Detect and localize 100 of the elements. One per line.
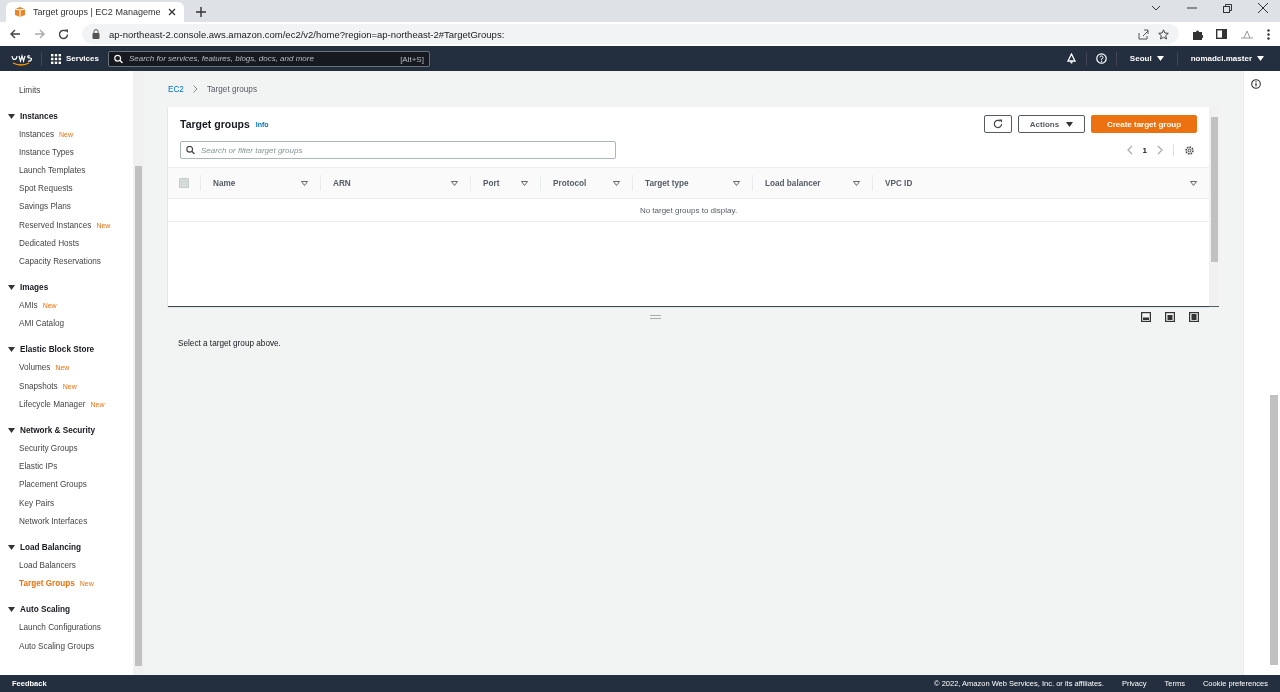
search-icon	[113, 54, 123, 63]
sidebar-item[interactable]: Spot Requests	[8, 184, 73, 194]
breadcrumb-current: Target groups	[206, 84, 257, 94]
column-header[interactable]: VPC ID	[885, 178, 913, 188]
empty-message: No target groups to display.	[639, 205, 738, 215]
column-header[interactable]: Protocol	[553, 178, 587, 188]
back-icon[interactable]	[10, 29, 21, 39]
share-icon[interactable]	[1138, 28, 1149, 40]
column-header[interactable]: Load balancer	[765, 178, 821, 188]
sidebar-section-toggle[interactable]: Auto Scaling	[8, 600, 133, 619]
puzzle-icon[interactable]	[1192, 28, 1203, 40]
caret-icon	[1156, 56, 1164, 61]
section-title: Load Balancing	[20, 542, 81, 552]
caret-icon	[8, 113, 15, 119]
page-number[interactable]: 1	[1142, 145, 1147, 155]
section-title: Images	[20, 283, 49, 292]
bell-icon[interactable]	[1065, 53, 1077, 64]
caret-icon	[8, 347, 15, 353]
box-icon	[14, 6, 26, 18]
column-header[interactable]: Target type	[645, 178, 689, 188]
search-icon	[186, 145, 195, 155]
actions-button[interactable]: Actions	[1018, 115, 1085, 133]
sidebar-section-toggle[interactable]: Instances	[8, 107, 133, 125]
sidebar-item[interactable]: AMIs	[8, 301, 38, 311]
tab-title: Target groups | EC2 Manageme	[33, 7, 161, 17]
sidebar-section-toggle[interactable]: Images	[8, 278, 133, 297]
sort-icon[interactable]	[613, 180, 620, 186]
refresh-icon	[993, 119, 1003, 129]
sidebar-item[interactable]: Volumes	[8, 363, 51, 373]
region-menu[interactable]: Seoul	[1125, 54, 1168, 63]
sidebar-item[interactable]: Capacity Reservations	[8, 256, 101, 266]
sidebar-item[interactable]: Lifecycle Manager	[8, 399, 86, 409]
help-icon[interactable]	[1095, 53, 1107, 64]
column-header[interactable]: Name	[213, 178, 236, 188]
caret-icon	[8, 607, 15, 613]
browser-tab[interactable]: Target groups | EC2 Manageme	[6, 2, 184, 22]
sidebar-item[interactable]: Security Groups	[8, 444, 78, 454]
details-message: Select a target group above.	[178, 339, 281, 348]
sidebar-item[interactable]: Load Balancers	[8, 560, 76, 570]
star-icon[interactable]	[1158, 28, 1169, 40]
sort-icon[interactable]	[733, 180, 740, 186]
services-menu[interactable]: Services	[51, 53, 99, 64]
layout-center-icon[interactable]	[1165, 312, 1175, 322]
close-icon[interactable]	[1258, 3, 1268, 13]
sidebar-item[interactable]: Key Pairs	[8, 498, 55, 508]
panel-title: Target groups	[180, 118, 250, 130]
caret-icon	[1257, 56, 1264, 61]
settings-icon[interactable]	[1184, 144, 1195, 156]
sidebar-item[interactable]: Placement Groups	[8, 480, 87, 490]
lock-icon	[92, 29, 100, 39]
chevron-right-icon	[192, 85, 198, 93]
sidebar-item[interactable]: Dedicated Hosts	[8, 238, 80, 248]
sidebar-item[interactable]: Savings Plans	[8, 202, 71, 212]
sort-icon[interactable]	[301, 180, 308, 186]
sidebar-icon[interactable]	[1216, 29, 1227, 39]
sort-icon[interactable]	[853, 180, 860, 186]
scrollbar[interactable]	[1268, 71, 1280, 675]
sort-icon[interactable]	[521, 180, 528, 186]
close-icon[interactable]	[168, 8, 176, 16]
account-menu[interactable]: nomadcl.master	[1186, 54, 1268, 63]
sidebar-item[interactable]: Auto Scaling Groups	[8, 641, 95, 651]
caret-icon	[1066, 121, 1074, 127]
column-header[interactable]: Port	[483, 178, 500, 188]
sort-icon[interactable]	[451, 180, 458, 186]
new-tab-icon[interactable]	[196, 7, 206, 17]
reload-icon[interactable]	[58, 28, 69, 40]
drag-handle-icon[interactable]	[650, 315, 661, 319]
sidebar-item[interactable]: Launch Templates	[8, 165, 86, 175]
chevron-down-icon[interactable]	[1151, 5, 1161, 11]
layout-full-icon[interactable]	[1189, 312, 1199, 322]
section-title: Instances	[20, 111, 58, 121]
sidebar-item[interactable]: Limits	[8, 81, 133, 99]
restore-icon[interactable]	[1223, 3, 1232, 13]
sidebar-item[interactable]: Instance Types	[8, 147, 74, 157]
section-title: Network & Security	[20, 425, 96, 435]
breadcrumb-link[interactable]: EC2	[168, 84, 184, 94]
sidebar-section-toggle[interactable]: Network & Security	[8, 421, 133, 440]
refresh-button[interactable]	[984, 115, 1012, 133]
sidebar-item[interactable]: AMI Catalog	[8, 319, 65, 329]
section-title: Elastic Block Store	[20, 345, 95, 355]
sidebar-item[interactable]: Snapshots	[8, 381, 58, 391]
info-icon[interactable]	[1251, 79, 1261, 89]
layout-bottom-icon[interactable]	[1141, 312, 1151, 322]
column-header[interactable]: ARN	[333, 178, 351, 188]
sidebar-item[interactable]: Network Interfaces	[8, 516, 88, 526]
sidebar-item[interactable]: Elastic IPs	[8, 462, 58, 472]
sidebar-item[interactable]: Reserved Instances	[8, 220, 92, 230]
grid-icon	[51, 53, 61, 64]
filter-field[interactable]: Search or filter target groups	[180, 141, 616, 159]
sidebar-item[interactable]: Instances	[8, 129, 55, 139]
sort-icon[interactable]	[1190, 180, 1197, 186]
select-all-checkbox[interactable]	[179, 178, 189, 188]
scrollbar[interactable]	[133, 71, 144, 675]
address-field[interactable]: ap-northeast-2.console.aws.amazon.com/ec2/v2/home?region=ap-northeast-2#TargetGroups:	[82, 24, 1179, 44]
shortcut-hint: [Alt+S]	[400, 54, 424, 63]
caret-icon	[8, 544, 15, 550]
sidebar-section-toggle[interactable]: Load Balancing	[8, 538, 133, 557]
sidebar-item[interactable]: Launch Configurations	[8, 623, 101, 633]
kebab-menu-icon[interactable]	[1267, 28, 1270, 40]
sidebar-section-toggle[interactable]: Elastic Block Store	[8, 340, 133, 359]
